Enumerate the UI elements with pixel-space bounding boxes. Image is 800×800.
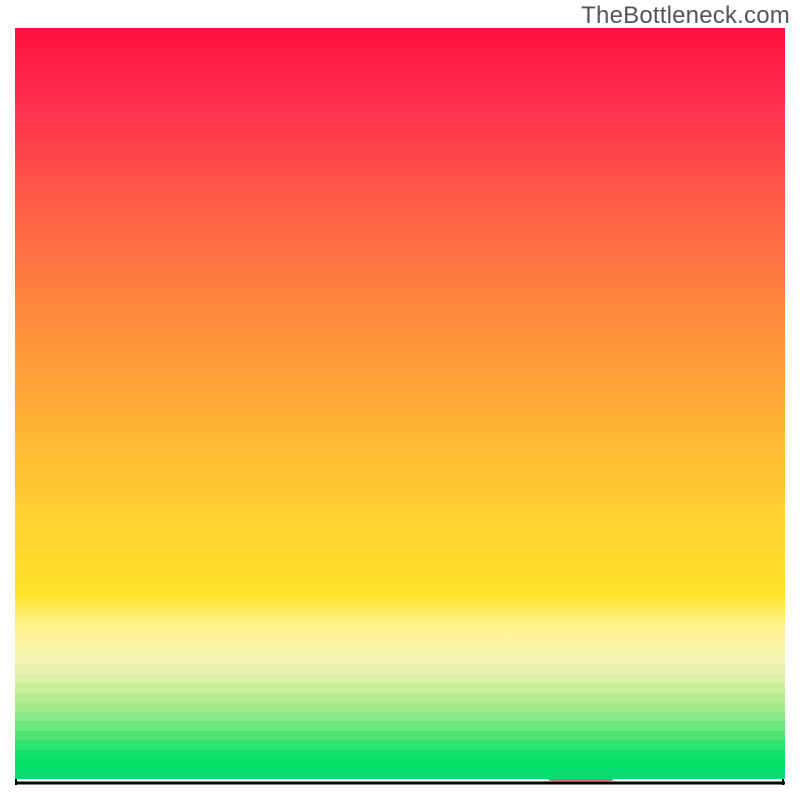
- plot-area: [15, 28, 785, 785]
- pale-yellow-band: [15, 596, 785, 645]
- green-stripes: [15, 645, 785, 778]
- gradient-background: [15, 28, 785, 785]
- watermark-text: TheBottleneck.com: [581, 2, 790, 30]
- upper-gradient: [15, 28, 785, 596]
- bottleneck-chart: TheBottleneck.com: [0, 0, 800, 800]
- stripe: [15, 769, 785, 780]
